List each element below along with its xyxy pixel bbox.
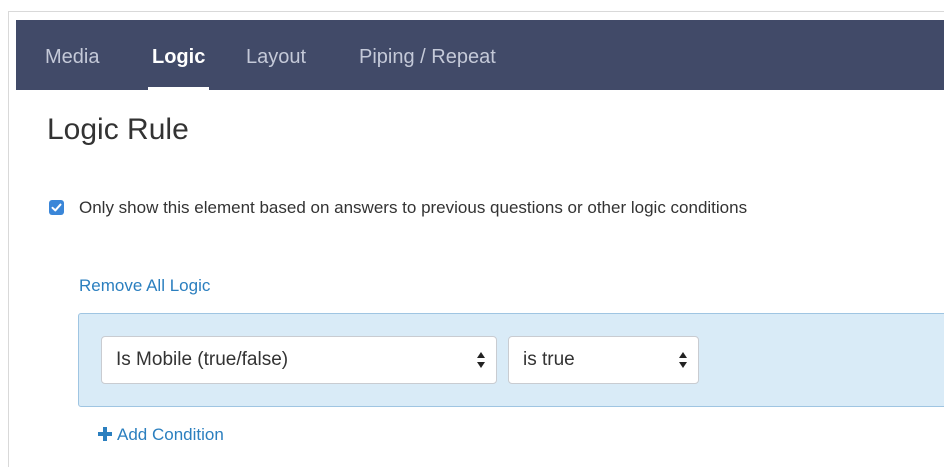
- select-arrows-icon: [679, 352, 687, 368]
- tab-piping-repeat[interactable]: Piping / Repeat: [359, 20, 496, 90]
- tab-logic-label: Logic: [152, 46, 206, 68]
- tab-bar: Media Logic Layout Piping / Repeat: [16, 20, 944, 90]
- tab-media[interactable]: Media: [45, 20, 99, 90]
- question-select-value: Is Mobile (true/false): [116, 349, 289, 370]
- panel-left-border: [8, 11, 9, 467]
- show-condition-label[interactable]: Only show this element based on answers …: [79, 197, 747, 219]
- question-select[interactable]: Is Mobile (true/false): [101, 336, 497, 384]
- active-tab-indicator: [148, 87, 210, 90]
- plus-icon: [98, 426, 112, 441]
- page-title: Logic Rule: [47, 113, 189, 146]
- tab-layout[interactable]: Layout: [246, 20, 306, 90]
- show-condition-checkbox[interactable]: [49, 200, 64, 215]
- logic-panel: Media Logic Layout Piping / Repeat Logic…: [0, 0, 944, 467]
- remove-all-logic-link[interactable]: Remove All Logic: [79, 275, 210, 297]
- operator-select-value: is true: [523, 349, 575, 370]
- tab-logic[interactable]: Logic: [148, 20, 210, 90]
- panel-top-border: [8, 11, 944, 12]
- condition-row: Is Mobile (true/false) is true: [78, 313, 944, 407]
- operator-select[interactable]: is true: [508, 336, 699, 384]
- select-arrows-icon: [477, 352, 485, 368]
- check-icon: [51, 203, 62, 212]
- add-condition-link[interactable]: Add Condition: [98, 424, 224, 446]
- add-condition-label: Add Condition: [117, 425, 224, 444]
